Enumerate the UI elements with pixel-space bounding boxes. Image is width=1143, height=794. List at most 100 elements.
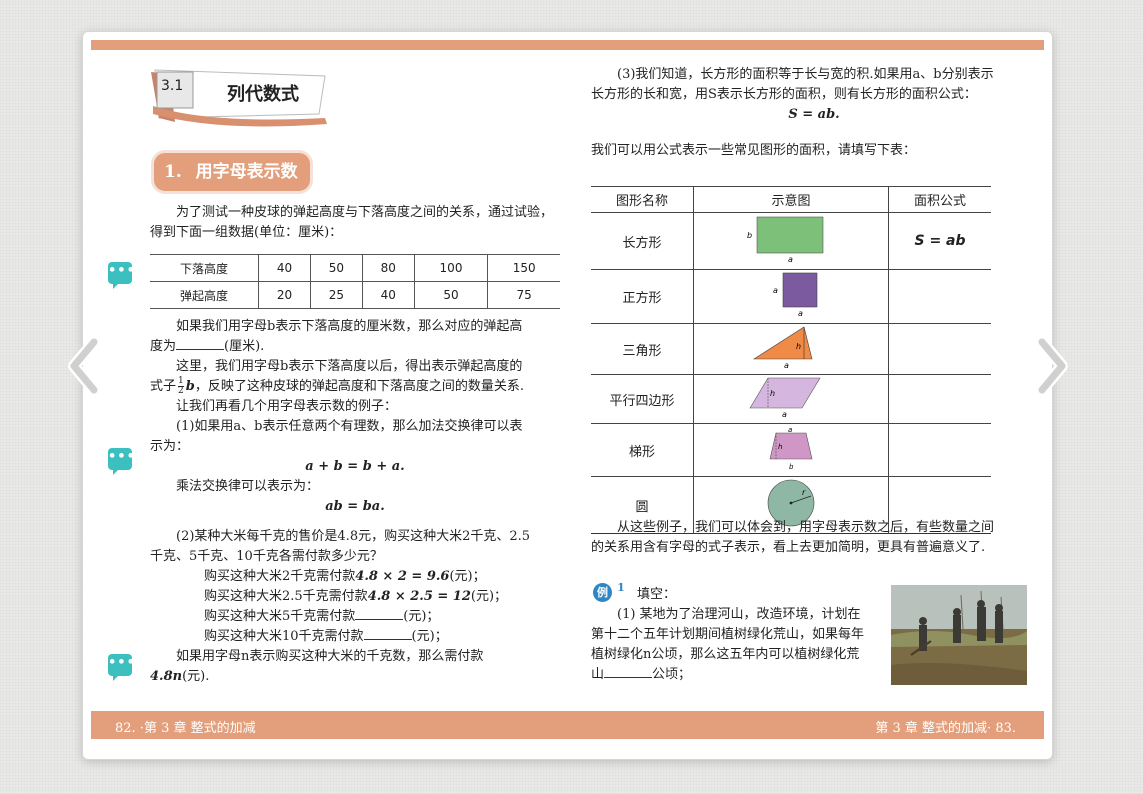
paragraph: 如果我们用字母b表示下落高度的厘米数，那么对应的弹起高 xyxy=(176,319,523,334)
answer-blank[interactable] xyxy=(363,627,412,640)
example-text: 填空： (1) 某地为了治理河山，改造环境，计划在 第十二个五年计划期间植树绿化… xyxy=(591,585,889,685)
paragraph: 乘法交换律可以表示为： xyxy=(176,479,320,494)
shape-name: 正方形 xyxy=(591,269,694,324)
formula-cell[interactable] xyxy=(888,323,991,375)
footer-bar: 82. ·第 3 章 整式的加减 第 3 章 整式的加减· 83. xyxy=(91,711,1044,739)
paragraph: 的关系用含有字母的式子表示，看上去更加简明，更具有普遍意义了. xyxy=(591,540,986,555)
example-title: 填空： xyxy=(637,587,677,602)
math-var: b xyxy=(185,379,195,394)
label-a: a xyxy=(782,410,787,418)
answer-blank[interactable] xyxy=(355,607,404,620)
answer-blank[interactable] xyxy=(604,665,653,678)
shape-name: 三角形 xyxy=(591,323,694,375)
formula-cell[interactable]: S = ab xyxy=(888,212,991,270)
text: (元). xyxy=(182,669,210,684)
rectangle-icon: b a xyxy=(747,216,824,264)
footer-left: 82. ·第 3 章 整式的加减 xyxy=(115,721,256,736)
column-header: 面积公式 xyxy=(888,186,991,213)
text: (元)； xyxy=(403,609,440,624)
table-row: 正方形 a a xyxy=(591,269,991,324)
trapezoid-diagram: a h b xyxy=(693,423,889,477)
subsection-number: 1. xyxy=(164,162,182,182)
intro-paragraph: 为了测试一种皮球的弹起高度与下落高度之间的关系，通过试验，得到下面一组数据(单位… xyxy=(150,205,554,240)
table-cell: 80 xyxy=(361,254,415,282)
table-cell: 40 xyxy=(258,254,311,282)
formula-cell[interactable] xyxy=(888,269,991,324)
text: 购买这种大米5千克需付款 xyxy=(204,609,356,624)
label-h: h xyxy=(778,443,782,451)
column-header: 示意图 xyxy=(693,186,889,213)
paragraph: 购买这种大米10千克需付款 (元)； xyxy=(150,627,560,647)
row-label: 下落高度 xyxy=(150,254,259,282)
comment-icon[interactable]: ••• xyxy=(108,448,135,475)
triangle-icon: h a xyxy=(752,326,813,370)
label-a: a xyxy=(773,286,778,295)
comment-icon[interactable]: ••• xyxy=(108,654,136,681)
parallelogram-icon: h a xyxy=(749,377,821,419)
text: ，反映了这种皮球的弹起高度和下落高度之间的数量关系. xyxy=(194,379,524,394)
table-cell: 50 xyxy=(309,254,363,282)
photo-image xyxy=(891,585,1027,685)
conclusion: 从这些例子，我们可以体会到，用字母表示数之后，有些数量之间 的关系用含有字母的式… xyxy=(591,518,1037,558)
math: 4.8 × 2 = 9.6 xyxy=(355,569,450,584)
book-spread: 3.1 列代数式 1. 用字母表示数 为了测试一种皮球的弹起高度与下落高度之间的… xyxy=(82,31,1053,760)
text: 购买这种大米10千克需付款 xyxy=(204,629,364,644)
table-cell: 25 xyxy=(309,281,363,309)
comment-icon[interactable]: ••• xyxy=(108,262,136,289)
paragraph: 如果用字母n表示购买这种大米的千克数，那么需付款 xyxy=(176,649,484,664)
comment-glyph: ••• xyxy=(108,655,136,670)
right-body: (3)我们知道，长方形的面积等于长与宽的积.如果用a、b分别表示 长方形的长和宽… xyxy=(591,65,1037,161)
paragraph: 长方形的长和宽，用S表示长方形的面积，则有长方形的面积公式： xyxy=(591,87,977,102)
paragraph: (3)我们知道，长方形的面积等于长与宽的积.如果用a、b分别表示 xyxy=(617,67,994,82)
paragraph: 我们可以用公式表示一些常见图形的面积，请填写下表： xyxy=(591,143,917,158)
fraction-denominator: 2 xyxy=(178,386,184,396)
formula-cell[interactable] xyxy=(888,423,991,477)
paragraph: 山 公顷； xyxy=(591,665,889,685)
paragraph: 购买这种大米2千克需付款4.8 × 2 = 9.6(元)； xyxy=(150,567,560,587)
formula: a + b = b + a. xyxy=(305,459,405,474)
formula-cell[interactable] xyxy=(888,374,991,424)
paragraph: 示为： xyxy=(150,439,190,454)
rectangle-diagram: b a xyxy=(693,212,889,270)
text: 度为 xyxy=(150,339,177,354)
shape-name: 长方形 xyxy=(591,212,694,270)
comment-glyph: ••• xyxy=(108,263,136,278)
area-formula-table: 图形名称 示意图 面积公式 长方形 b a S = ab 正方形 a a 三角形… xyxy=(591,186,991,534)
paragraph: 千克、5千克、10千克各需付款多少元？ xyxy=(150,549,383,564)
column-header: 图形名称 xyxy=(591,186,694,213)
label-b: b xyxy=(789,463,794,471)
paragraph: 购买这种大米2.5千克需付款4.8 × 2.5 = 12(元)； xyxy=(150,587,560,607)
paragraph: 植树绿化n公顷，那么这五年内可以植树绿化荒 xyxy=(591,647,860,662)
text: 式子 xyxy=(150,379,177,394)
text: 购买这种大米2千克需付款 xyxy=(204,569,356,584)
subsection-title: 用字母表示数 xyxy=(195,162,298,182)
label-a: a xyxy=(798,309,803,318)
paragraph: 度为 (厘米). xyxy=(150,337,560,357)
text: 购买这种大米2.5千克需付款 xyxy=(204,589,368,604)
left-body: 如果我们用字母b表示下落高度的厘米数，那么对应的弹起高 度为 (厘米). 这里，我… xyxy=(150,317,560,687)
top-decor-bar xyxy=(91,40,1044,50)
square-diagram: a a xyxy=(693,269,889,324)
section-banner: 3.1 列代数式 xyxy=(149,66,331,128)
next-page-arrow-icon[interactable] xyxy=(1034,336,1074,396)
table-header-row: 图形名称 示意图 面积公式 xyxy=(591,186,991,213)
answer-blank[interactable] xyxy=(176,337,225,350)
tree-planting-photo xyxy=(891,585,1027,685)
text: (厘米). xyxy=(224,339,265,354)
text: (元)； xyxy=(449,569,486,584)
math: 4.8n xyxy=(150,669,183,684)
paragraph: 购买这种大米5千克需付款 (元)； xyxy=(150,607,560,627)
shape-name: 平行四边形 xyxy=(591,374,694,424)
section-title: 列代数式 xyxy=(227,84,299,105)
trapezoid-icon: a h b xyxy=(769,426,813,471)
paragraph: (1) 某地为了治理河山，改造环境，计划在 xyxy=(617,607,861,622)
table-cell: 75 xyxy=(487,281,560,309)
triangle-diagram: h a xyxy=(693,323,889,375)
prev-page-arrow-icon[interactable] xyxy=(62,336,102,396)
paragraph: 从这些例子，我们可以体会到，用字母表示数之后，有些数量之间 xyxy=(617,520,995,535)
table-cell: 100 xyxy=(413,254,488,282)
paragraph: 式子 1 2 b，反映了这种皮球的弹起高度和下落高度之间的数量关系. xyxy=(150,377,560,397)
paragraph: 4.8n(元). xyxy=(150,667,560,687)
section-number: 3.1 xyxy=(161,78,184,94)
square-icon: a a xyxy=(773,272,818,318)
